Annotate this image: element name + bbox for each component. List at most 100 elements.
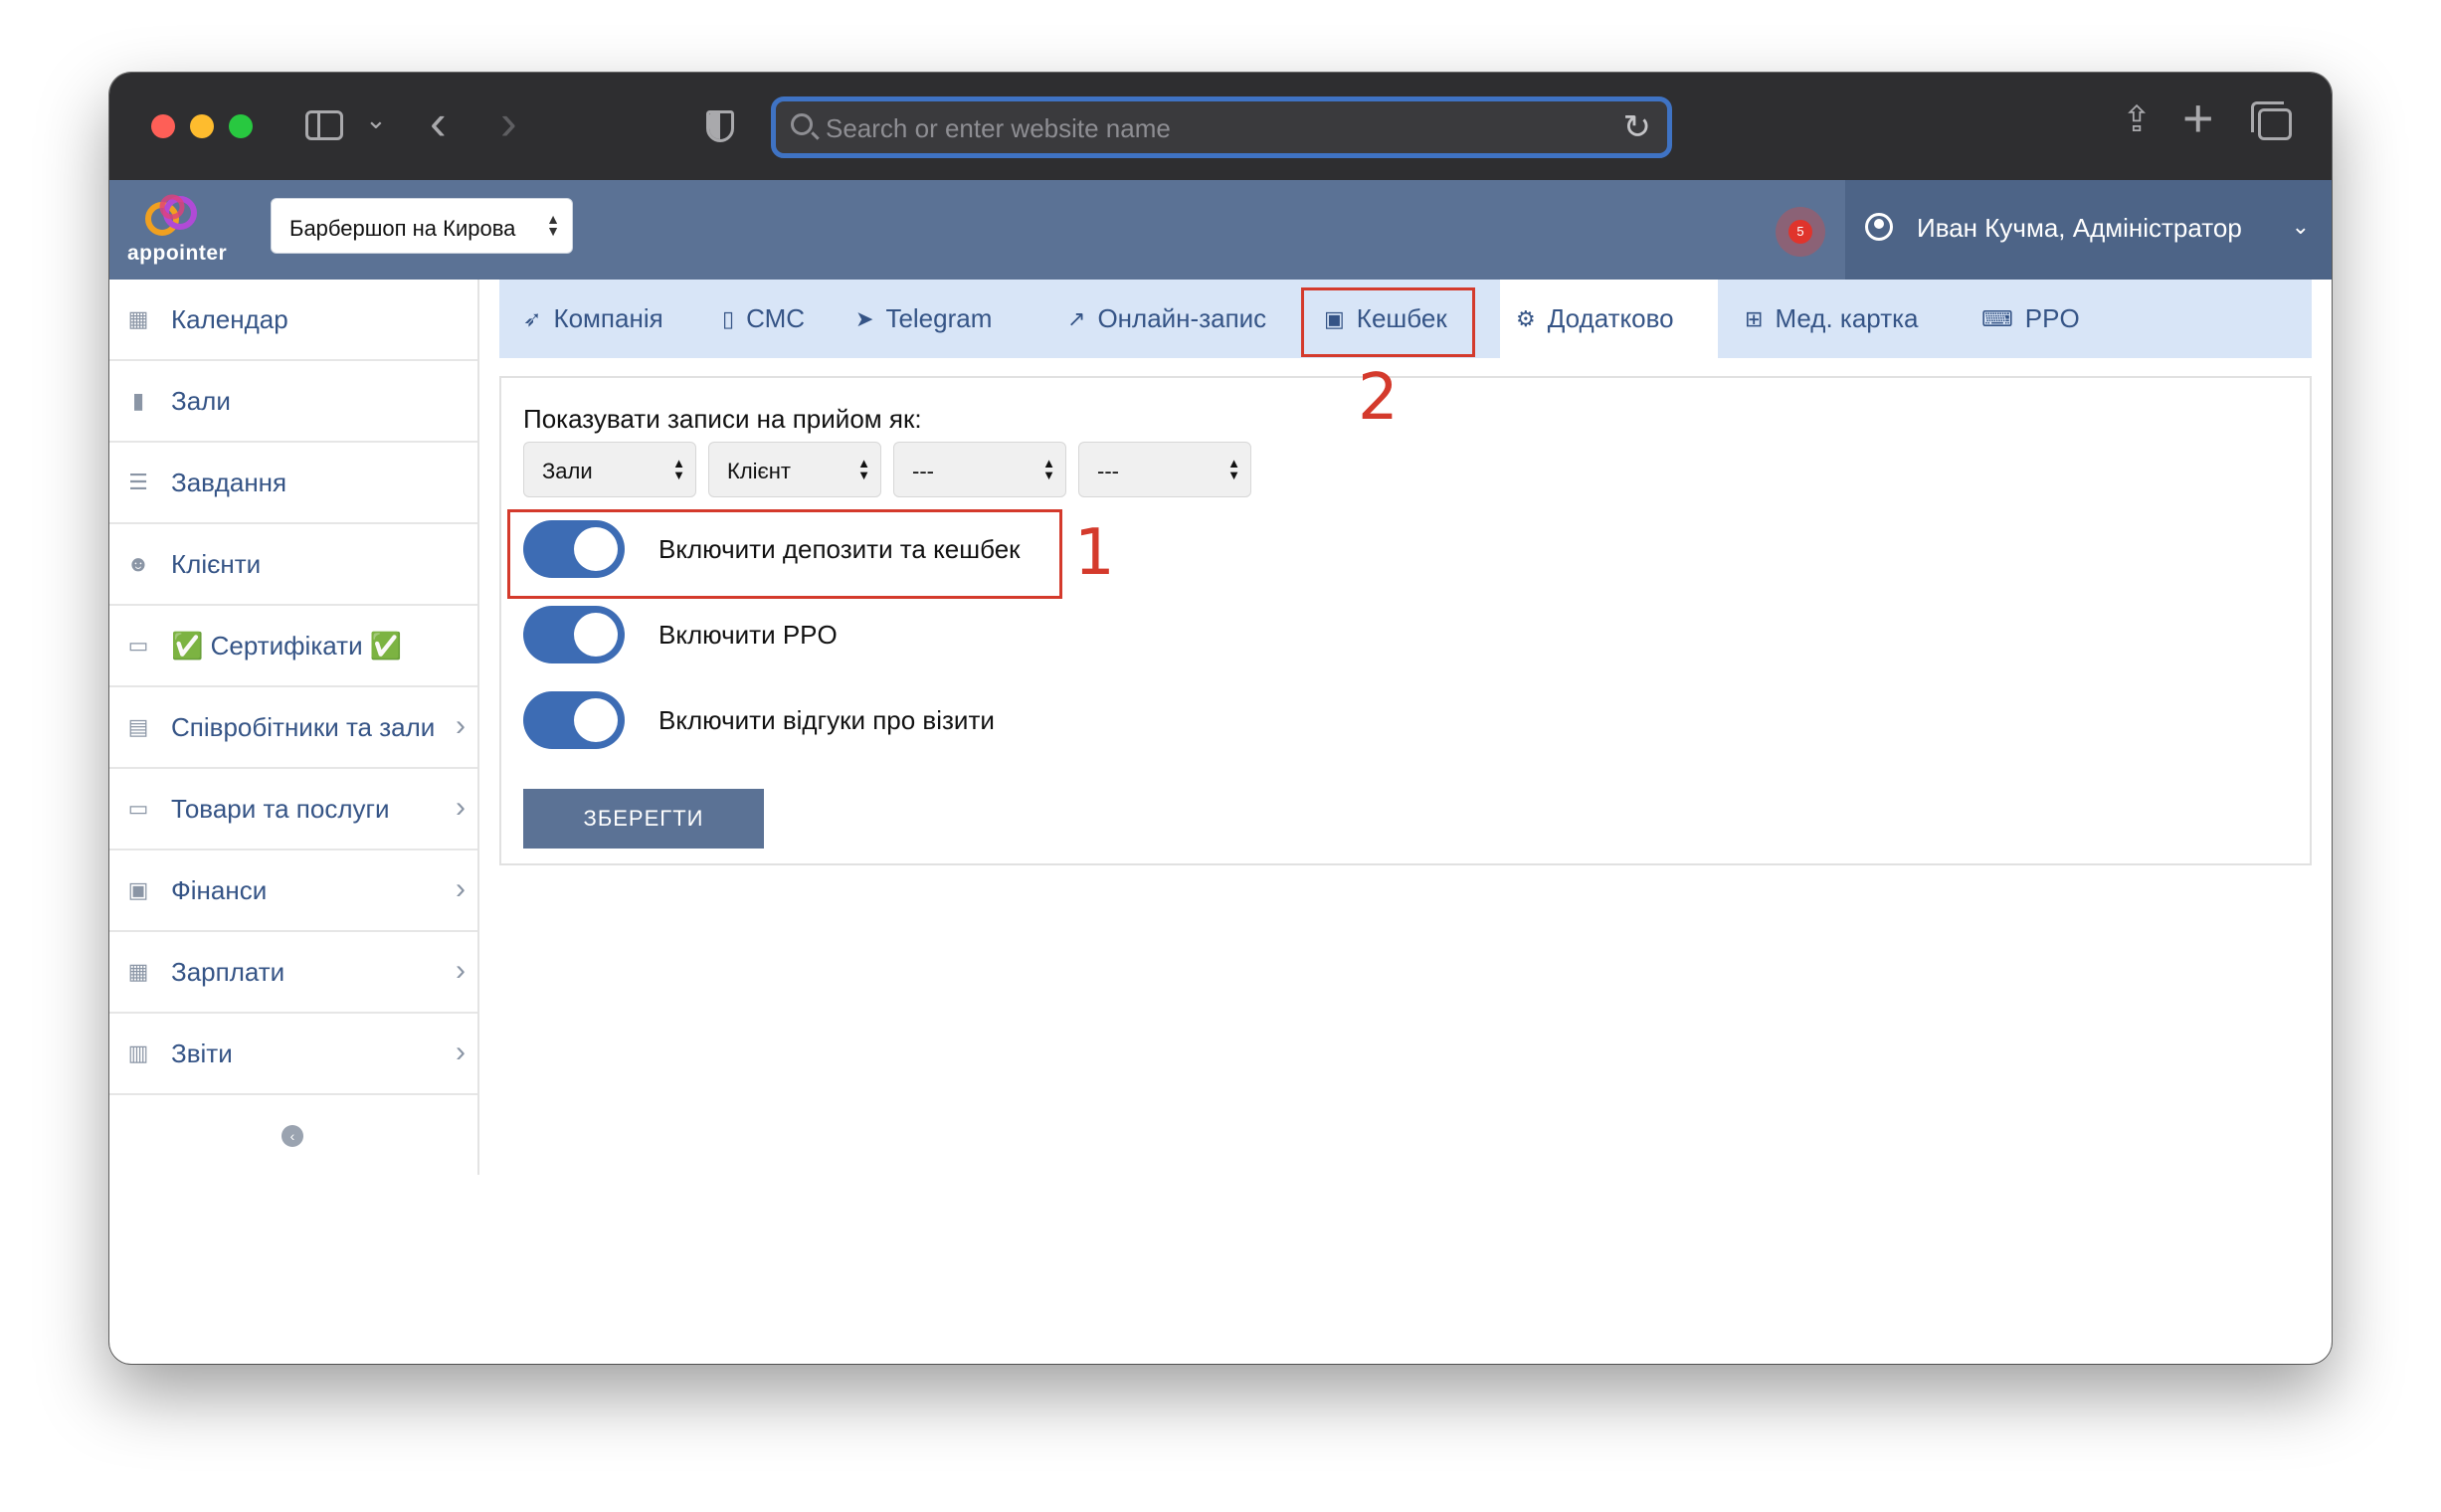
- user-circle-icon: [1865, 213, 1893, 241]
- sidebar-item-label: Звіти: [171, 1038, 233, 1068]
- display-select-4[interactable]: --- ▲ ▼: [1078, 442, 1251, 497]
- toggle-row-ppo: Включити PPO: [523, 605, 838, 664]
- tab-ppo[interactable]: ⌨ PPO: [1981, 280, 2080, 358]
- sidebar-item-label: Клієнти: [171, 548, 262, 579]
- reload-icon[interactable]: ↻: [1623, 107, 1652, 147]
- bookmark-icon: ▮: [131, 388, 145, 413]
- new-tab-icon[interactable]: +: [2182, 89, 2214, 148]
- sidebar-item-halls[interactable]: ▮ Зали: [109, 361, 477, 443]
- save-button[interactable]: ЗБЕРЕГТИ: [523, 789, 764, 849]
- tab-additional[interactable]: ⚙ Додатково: [1500, 280, 1718, 358]
- tab-telegram[interactable]: ➤ Telegram: [855, 280, 992, 358]
- logo-text: appointer: [127, 242, 228, 265]
- tab-label: Компанія: [553, 303, 663, 333]
- plus-square-icon: ⊞: [1745, 305, 1764, 331]
- tab-company[interactable]: ➶ Компанія: [523, 280, 663, 358]
- sidebar-item-finance[interactable]: ▣ Фінанси ›: [109, 850, 477, 932]
- money-icon: ▣: [127, 877, 149, 902]
- tab-label: Додатково: [1547, 303, 1674, 333]
- sidebar-item-label: ✅ Сертифікати ✅: [171, 630, 403, 661]
- select-arrows-icon: ▲ ▼: [546, 211, 560, 239]
- toggle-label: Включити PPO: [658, 619, 838, 650]
- branch-select[interactable]: Барбершоп на Кирова ▲ ▼: [271, 198, 573, 254]
- tasks-icon: ☰: [128, 470, 148, 494]
- chevron-down-icon: ⌄: [2291, 214, 2310, 239]
- user-name: Иван Кучма, Адміністратор: [1917, 213, 2242, 243]
- tab-label: Telegram: [885, 303, 993, 333]
- select-arrows-icon: ▲ ▼: [672, 456, 685, 482]
- zoom-window-button[interactable]: [229, 114, 253, 138]
- sidebar-item-tasks[interactable]: ☰ Завдання: [109, 443, 477, 524]
- tab-online-booking[interactable]: ↗ Онлайн-запис: [1067, 280, 1266, 358]
- ppo-toggle[interactable]: [523, 606, 625, 663]
- minimize-window-button[interactable]: [190, 114, 214, 138]
- sidebar-item-label: Співробітники та зали: [171, 711, 436, 742]
- logo-icon[interactable]: [142, 193, 202, 239]
- address-placeholder: Search or enter website name: [826, 113, 1171, 143]
- id-card-icon: ▤: [127, 714, 149, 739]
- display-select-2[interactable]: Клієнт ▲ ▼: [708, 442, 881, 497]
- toggle-label: Включити відгуки про візити: [658, 704, 995, 735]
- display-select-1[interactable]: Зали ▲ ▼: [523, 442, 696, 497]
- tab-overview-icon[interactable]: [2251, 101, 2292, 140]
- app-header: appointer Барбершоп на Кирова ▲ ▼ 5 Иван …: [109, 180, 2332, 280]
- annotation-number-2: 2: [1358, 361, 1399, 435]
- address-bar[interactable]: Search or enter website name ↻: [771, 96, 1672, 158]
- sidebar-item-label: Товари та послуги: [171, 793, 390, 824]
- sidebar-item-label: Календар: [171, 303, 288, 334]
- sidebar-item-clients[interactable]: ☻ Клієнти: [109, 524, 477, 606]
- annotation-box-deposits-toggle: [507, 509, 1062, 599]
- rocket-icon: ➶: [523, 305, 542, 331]
- chevron-right-icon: ›: [456, 791, 466, 824]
- sidebar-item-label: Зарплати: [171, 956, 285, 987]
- appointments-display-label: Показувати записи на прийом як:: [523, 404, 922, 434]
- notification-indicator[interactable]: 5: [1776, 207, 1825, 257]
- tab-label: СМС: [746, 303, 806, 333]
- sidebar-toggle-icon[interactable]: [305, 110, 343, 140]
- share-icon[interactable]: ⇪: [2122, 98, 2152, 140]
- privacy-shield-icon[interactable]: [706, 110, 734, 142]
- sidebar-item-certificates[interactable]: ▭ ✅ Сертифікати ✅: [109, 606, 477, 687]
- annotation-number-1: 1: [1074, 516, 1115, 590]
- sidebar-item-calendar[interactable]: ▦ Календар: [109, 280, 477, 361]
- search-icon: [791, 113, 813, 135]
- tab-label: PPO: [2024, 303, 2080, 333]
- chevron-right-icon: ›: [456, 954, 466, 987]
- chevron-left-circle-icon: ‹: [282, 1125, 303, 1147]
- sidebar-item-label: Завдання: [171, 467, 287, 497]
- sidebar-item-staff[interactable]: ▤ Співробітники та зали ›: [109, 687, 477, 769]
- browser-window: ⌄ ‹ › Search or enter website name ↻ ⇪ +…: [109, 73, 2332, 1364]
- chevron-down-icon[interactable]: ⌄: [365, 104, 387, 135]
- select-value: Зали: [542, 459, 593, 483]
- tab-label: Онлайн-запис: [1097, 303, 1267, 333]
- sidebar-item-products[interactable]: ▭ Товари та послуги ›: [109, 769, 477, 850]
- card-icon: ▭: [127, 796, 149, 821]
- tab-sms[interactable]: ▯ СМС: [722, 280, 805, 358]
- annotation-box-cashback-tab: [1301, 287, 1475, 357]
- keyboard-icon: ⌨: [1981, 305, 2013, 331]
- calendar-icon: ▦: [127, 306, 149, 331]
- card-icon: ▭: [127, 633, 149, 658]
- cogs-icon: ⚙: [1516, 305, 1536, 331]
- tab-medical-card[interactable]: ⊞ Мед. картка: [1745, 280, 1919, 358]
- sidebar-collapse-button[interactable]: ‹: [109, 1095, 477, 1177]
- sidebar-item-salaries[interactable]: ▦ Зарплати ›: [109, 932, 477, 1014]
- sidebar-item-reports[interactable]: ▥ Звіти ›: [109, 1014, 477, 1095]
- user-menu[interactable]: Иван Кучма, Адміністратор ⌄: [1845, 180, 2332, 280]
- forward-icon[interactable]: ›: [500, 93, 517, 152]
- branch-select-value: Барбершоп на Кирова: [289, 216, 516, 241]
- display-select-3[interactable]: --- ▲ ▼: [893, 442, 1066, 497]
- select-value: ---: [1097, 459, 1119, 483]
- toggle-row-visit-reviews: Включити відгуки про візити: [523, 690, 995, 750]
- settings-panel: Показувати записи на прийом як: Зали ▲ ▼ …: [499, 376, 2312, 865]
- chevron-right-icon: ›: [456, 1036, 466, 1068]
- users-icon: ☻: [126, 551, 150, 576]
- visit-reviews-toggle[interactable]: [523, 691, 625, 749]
- external-link-icon: ↗: [1067, 305, 1086, 331]
- back-icon[interactable]: ‹: [430, 93, 447, 152]
- tab-label: Мед. картка: [1775, 303, 1919, 333]
- select-arrows-icon: ▲ ▼: [1042, 456, 1055, 482]
- telegram-icon: ➤: [855, 305, 874, 331]
- close-window-button[interactable]: [151, 114, 175, 138]
- select-arrows-icon: ▲ ▼: [1227, 456, 1240, 482]
